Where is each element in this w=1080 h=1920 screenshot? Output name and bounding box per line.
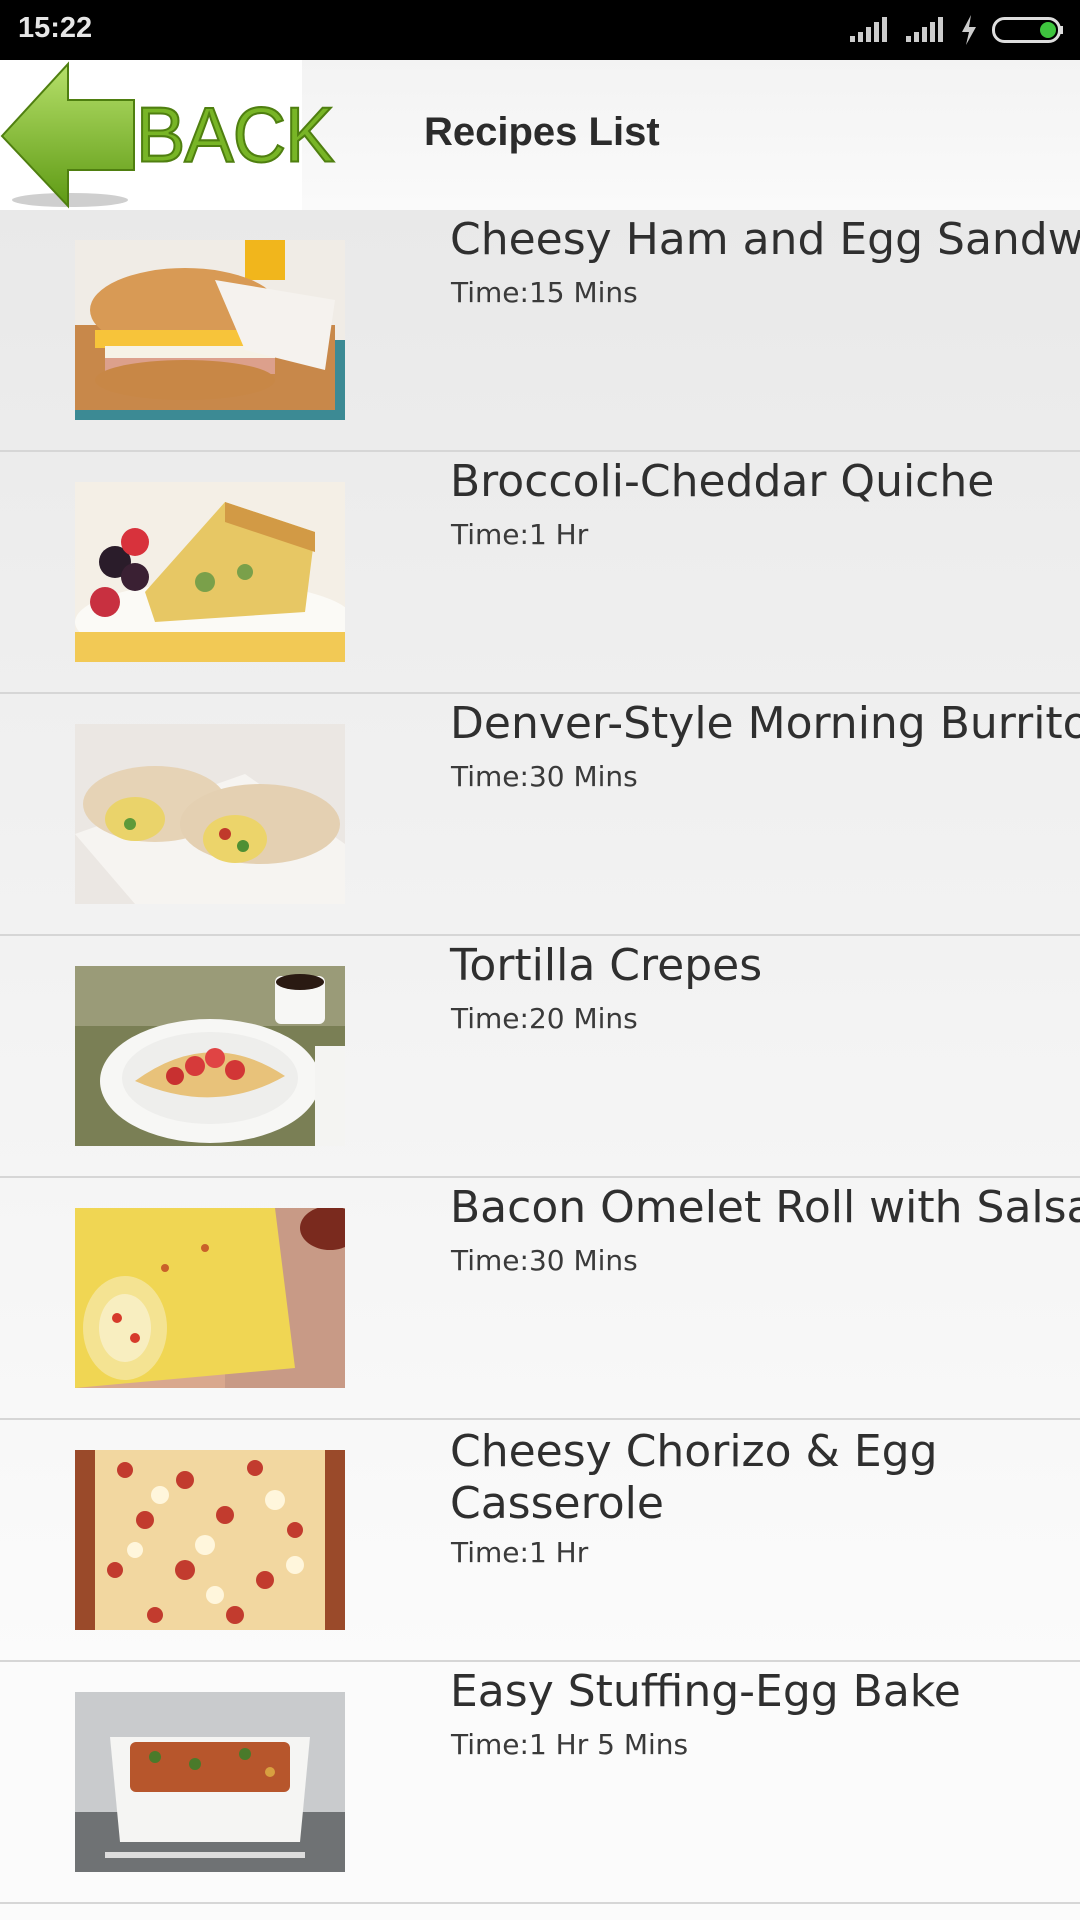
- recipe-row[interactable]: Denver-Style Morning Burrito Time:30 Min…: [0, 694, 1080, 936]
- recipe-row[interactable]: Bacon Omelet Roll with Salsa Time:30 Min…: [0, 1178, 1080, 1420]
- recipe-time: Time:1 Hr 5 Mins: [451, 1728, 689, 1761]
- charging-icon: [962, 15, 976, 45]
- page-title: Recipes List: [424, 110, 660, 154]
- recipe-row[interactable]: Easy Stuffing-Egg Bake Time:1 Hr 5 Mins: [0, 1662, 1080, 1904]
- recipe-name: Tortilla Crepes: [450, 940, 763, 991]
- recipe-name: Broccoli-Cheddar Quiche: [450, 456, 995, 507]
- recipe-list[interactable]: Cheesy Ham and Egg Sandwich Time:15 Mins…: [0, 210, 1080, 1920]
- signal-icon: [850, 17, 887, 42]
- recipe-time: Time:15 Mins: [451, 276, 638, 309]
- recipe-time: Time:30 Mins: [451, 1244, 638, 1277]
- omelet-roll-image: [75, 1208, 345, 1388]
- back-arrow-icon: [0, 61, 135, 209]
- recipe-row[interactable]: Broccoli-Cheddar Quiche Time:1 Hr: [0, 452, 1080, 694]
- recipe-row[interactable]: Cheesy Ham and Egg Sandwich Time:15 Mins: [0, 210, 1080, 452]
- recipe-row[interactable]: Tortilla Crepes Time:20 Mins: [0, 936, 1080, 1178]
- back-label: BACK: [135, 90, 336, 179]
- recipe-name: Cheesy Chorizo & Egg Casserole: [450, 1426, 938, 1529]
- status-icons: [848, 14, 1064, 46]
- quiche-image: [75, 482, 345, 662]
- back-button[interactable]: BACK: [0, 60, 336, 210]
- crepes-image: [75, 966, 345, 1146]
- status-time: 15:22: [18, 12, 93, 44]
- recipe-time: Time:30 Mins: [451, 760, 638, 793]
- recipe-name: Cheesy Ham and Egg Sandwich: [450, 214, 1080, 265]
- recipe-name: Bacon Omelet Roll with Salsa: [450, 1182, 1080, 1233]
- recipe-name: Easy Stuffing-Egg Bake: [450, 1666, 961, 1717]
- status-bar: 15:22: [0, 0, 1080, 60]
- burrito-image: [75, 724, 345, 904]
- recipe-row[interactable]: Cheesy Chorizo & Egg Casserole Time:1 Hr: [0, 1420, 1080, 1662]
- signal-icon-2: [906, 17, 943, 42]
- header-bar: BACK Recipes List: [0, 60, 1080, 210]
- recipe-time: Time:1 Hr: [451, 518, 589, 551]
- egg-bake-image: [75, 1692, 345, 1872]
- recipe-name: Denver-Style Morning Burrito: [450, 698, 1080, 749]
- battery-icon: [992, 17, 1063, 43]
- recipe-time: Time:20 Mins: [451, 1002, 638, 1035]
- ham-egg-sandwich-image: [75, 240, 345, 420]
- casserole-image: [75, 1450, 345, 1630]
- recipe-time: Time:1 Hr: [451, 1536, 589, 1569]
